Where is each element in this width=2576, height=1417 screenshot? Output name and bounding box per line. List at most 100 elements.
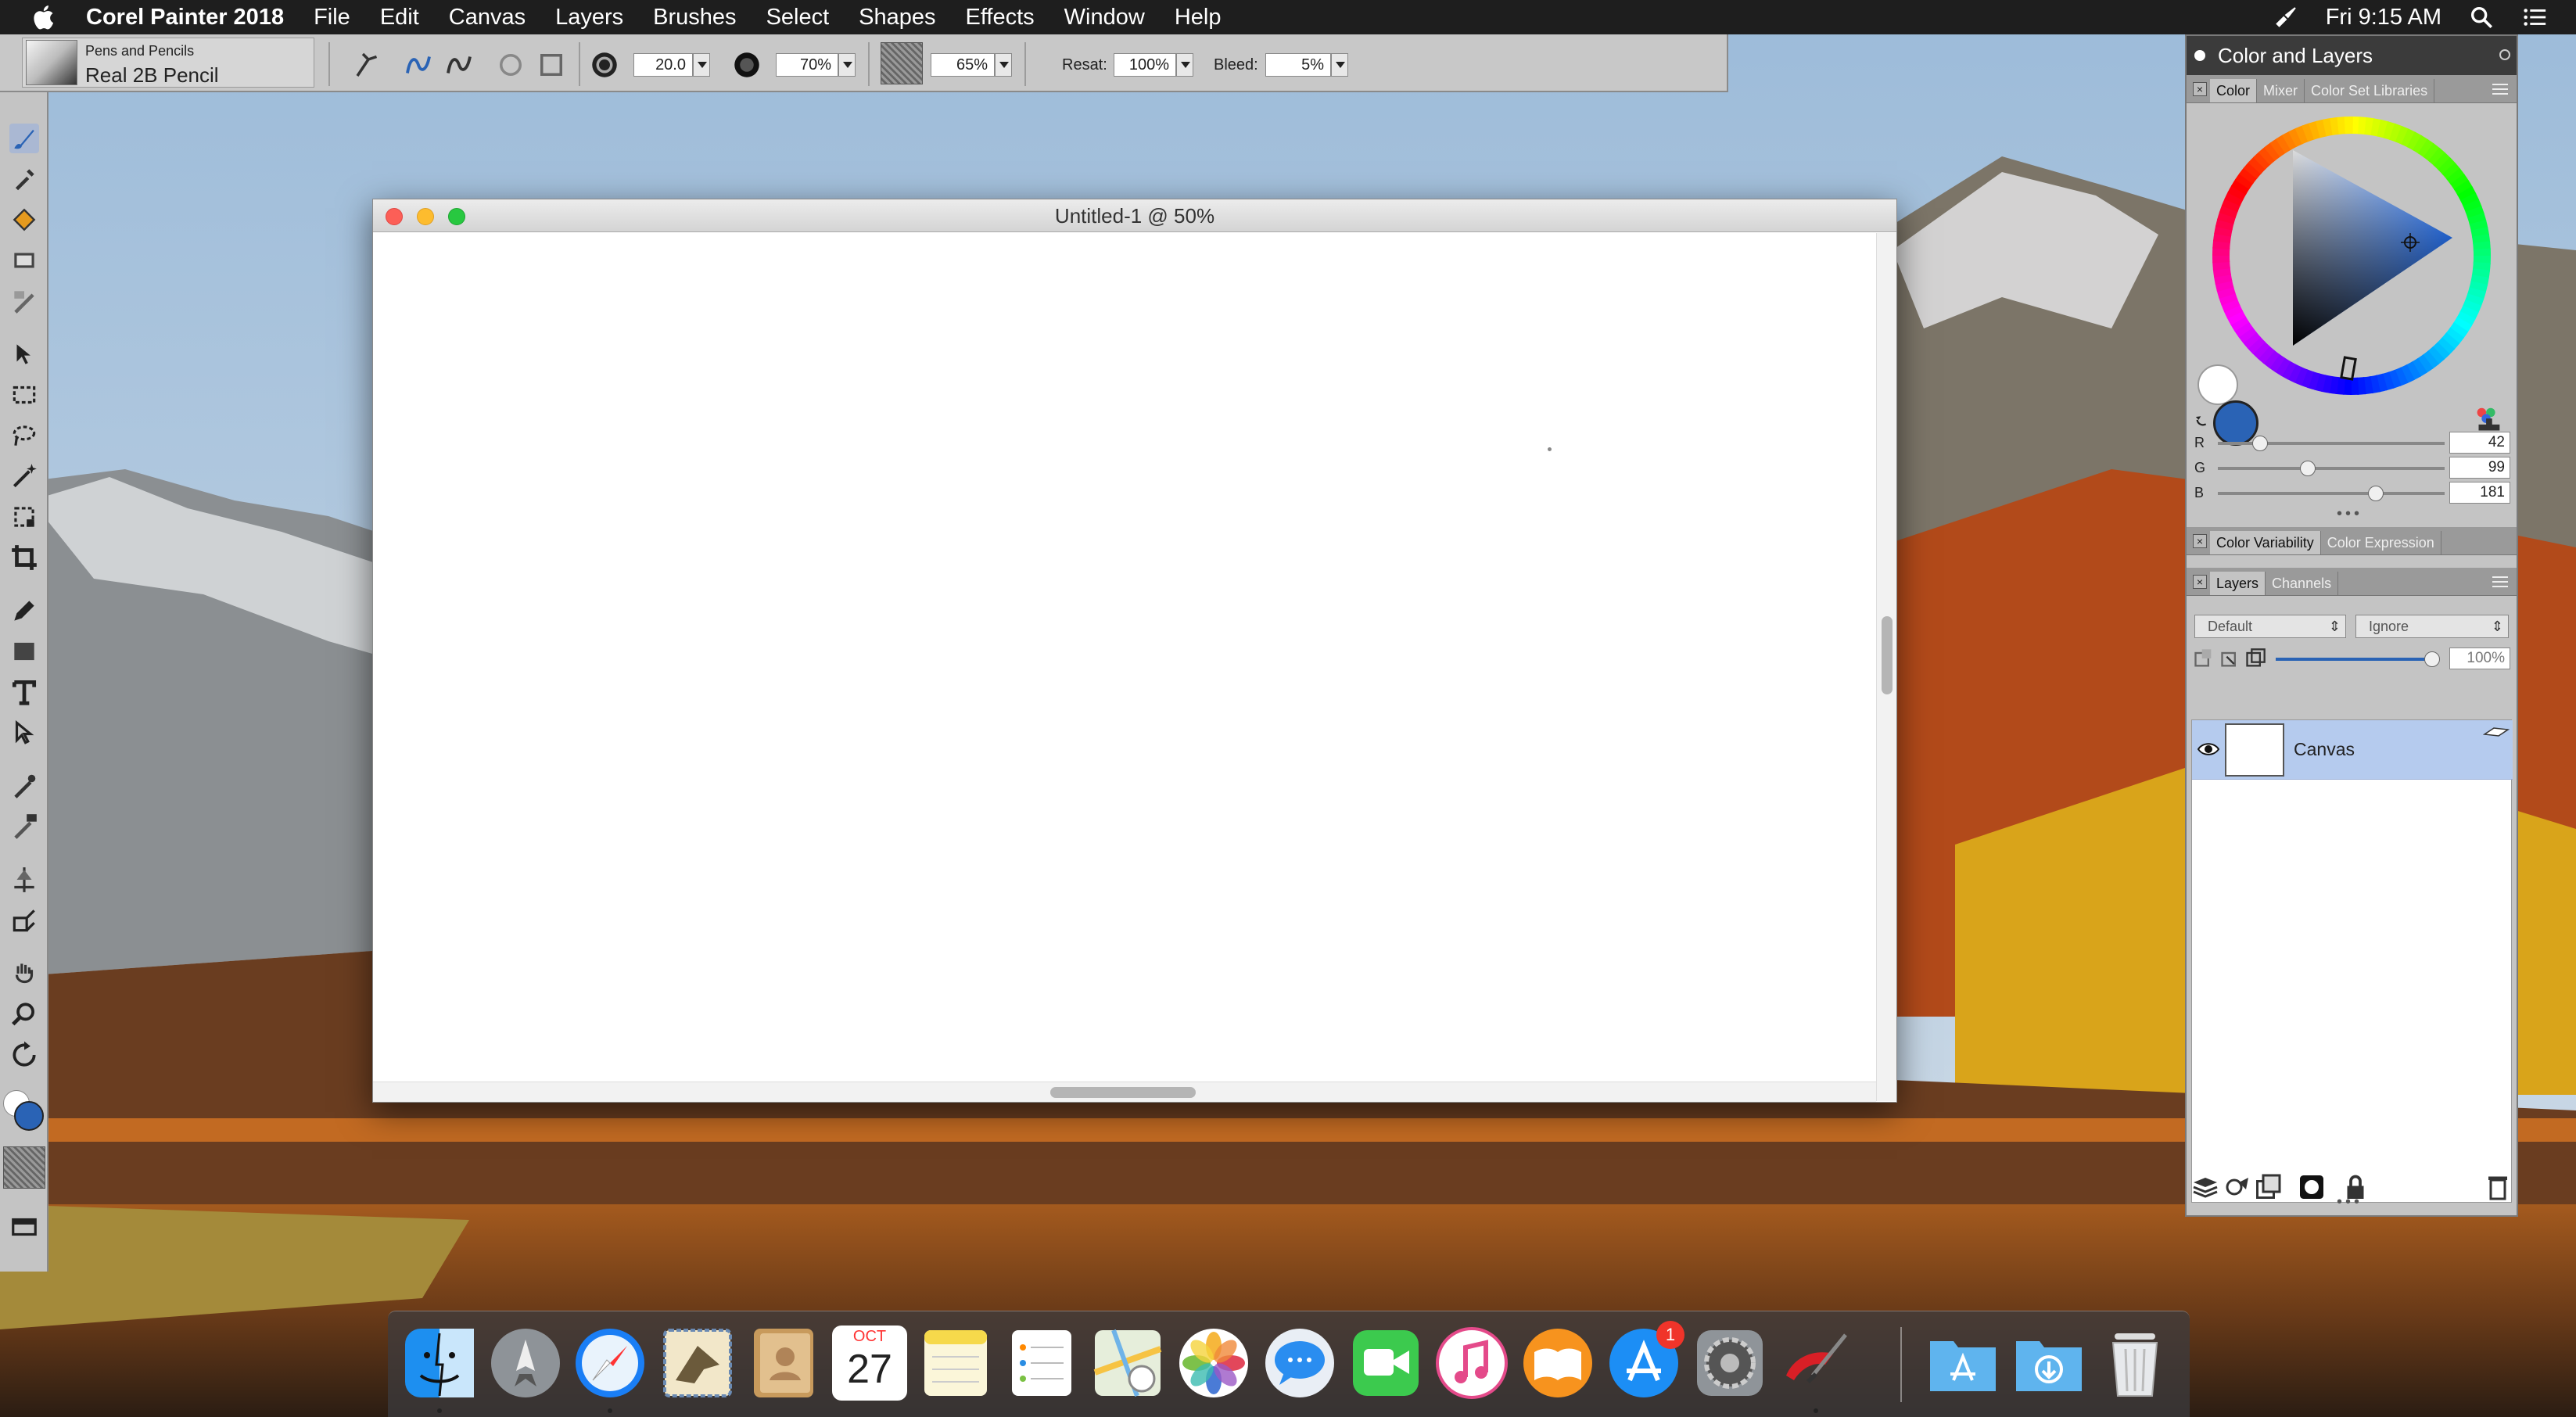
menu-window[interactable]: Window: [1064, 5, 1145, 30]
dab-preview-icon[interactable]: [535, 48, 568, 81]
text-tool-icon[interactable]: [9, 677, 39, 707]
stroke-type-straight-icon[interactable]: [443, 48, 475, 81]
paint-bucket-tool-icon[interactable]: [9, 205, 39, 235]
color-wheel[interactable]: [2207, 111, 2496, 400]
layer-row-canvas[interactable]: Canvas: [2192, 720, 2513, 780]
perspective-guides-tool-icon[interactable]: [9, 906, 39, 935]
blue-slider[interactable]: [2218, 486, 2445, 501]
safari-icon[interactable]: [572, 1326, 648, 1401]
red-slider-knob[interactable]: [2252, 436, 2269, 451]
menu-effects[interactable]: Effects: [966, 5, 1035, 30]
resat-dropdown[interactable]: [1176, 53, 1193, 77]
ibooks-icon[interactable]: [1520, 1326, 1595, 1401]
hue-indicator[interactable]: [2340, 356, 2357, 381]
system-preferences-icon[interactable]: [1692, 1326, 1767, 1401]
tab-color-variability[interactable]: Color Variability: [2210, 531, 2321, 554]
minimize-button[interactable]: [417, 208, 434, 225]
horizontal-scroll-thumb[interactable]: [1050, 1087, 1196, 1098]
more-options-dots[interactable]: •••: [2337, 506, 2368, 522]
visibility-eye-icon[interactable]: [2197, 741, 2220, 758]
close-button[interactable]: [386, 208, 403, 225]
rectangular-selection-tool-icon[interactable]: [9, 380, 39, 410]
layers-options-menu-icon[interactable]: [2490, 574, 2510, 590]
panel-titlebar[interactable]: Color and Layers: [2187, 36, 2517, 75]
green-value-field[interactable]: 99: [2449, 457, 2510, 479]
green-slider-knob[interactable]: [2299, 461, 2316, 476]
lasso-tool-icon[interactable]: [9, 421, 39, 450]
shape-selection-tool-icon[interactable]: [9, 718, 39, 748]
opacity-field[interactable]: 70%: [776, 53, 838, 77]
composite-depth-select[interactable]: Ignore: [2355, 615, 2509, 638]
menu-brushes[interactable]: Brushes: [653, 5, 736, 30]
dynamic-plugins-icon[interactable]: [2223, 1173, 2251, 1201]
corel-painter-icon[interactable]: [1778, 1326, 1853, 1401]
stroke-type-freehand-icon[interactable]: [402, 48, 435, 81]
layer-opacity-field[interactable]: 100%: [2449, 648, 2510, 669]
facetime-icon[interactable]: [1348, 1326, 1423, 1401]
tab-layers[interactable]: Layers: [2210, 572, 2266, 595]
layer-name[interactable]: Canvas: [2294, 739, 2355, 760]
magnifier-tool-icon[interactable]: [9, 999, 39, 1029]
notes-icon[interactable]: [918, 1326, 993, 1401]
dodge-tool-icon[interactable]: [9, 865, 39, 895]
panel-close-icon[interactable]: [2499, 49, 2510, 60]
pen-tool-icon[interactable]: [9, 596, 39, 626]
document-titlebar[interactable]: Untitled-1 @ 50%: [373, 199, 1896, 232]
spotlight-search-icon[interactable]: [2468, 4, 2495, 30]
close-tab-icon[interactable]: ×: [2193, 575, 2207, 589]
tab-color[interactable]: Color: [2210, 79, 2258, 102]
grain-field[interactable]: 65%: [931, 53, 995, 77]
dropper-tool-icon[interactable]: [9, 164, 39, 194]
crop-tool-icon[interactable]: [9, 543, 39, 572]
rubber-stamp-tool-icon[interactable]: [9, 812, 39, 841]
layer-adjuster-tool-icon[interactable]: [9, 339, 39, 369]
layer-lock-icon[interactable]: [2483, 725, 2510, 739]
reminders-icon[interactable]: [1004, 1326, 1079, 1401]
app-store-icon[interactable]: 1: [1606, 1321, 1684, 1401]
zoom-button[interactable]: [448, 208, 465, 225]
tab-color-expression[interactable]: Color Expression: [2321, 531, 2441, 554]
menu-file[interactable]: File: [314, 5, 350, 30]
transform-tool-icon[interactable]: [9, 502, 39, 532]
menu-edit[interactable]: Edit: [380, 5, 419, 30]
rotate-page-tool-icon[interactable]: [9, 1040, 39, 1070]
resat-field[interactable]: 100%: [1114, 53, 1176, 77]
layers-more-dots[interactable]: •••: [2337, 1194, 2368, 1210]
size-field[interactable]: 20.0: [633, 53, 693, 77]
layer-opacity-knob[interactable]: [2424, 651, 2440, 667]
messages-icon[interactable]: [1262, 1326, 1337, 1401]
layer-opacity-slider[interactable]: [2276, 651, 2440, 667]
panel-options-menu-icon[interactable]: [2490, 81, 2510, 97]
itunes-icon[interactable]: [1434, 1326, 1509, 1401]
tab-mixer[interactable]: Mixer: [2257, 79, 2305, 102]
swap-colors-icon[interactable]: [2194, 410, 2212, 427]
canvas[interactable]: [373, 233, 1876, 1082]
menubar-clock[interactable]: Fri 9:15 AM: [2326, 5, 2441, 30]
blender-tool-icon[interactable]: [9, 286, 39, 316]
grabber-tool-icon[interactable]: [9, 959, 39, 988]
blue-slider-knob[interactable]: [2367, 486, 2384, 501]
vertical-scrollbar[interactable]: [1876, 233, 1896, 1101]
stroke-attributes-icon[interactable]: [494, 48, 527, 81]
cloner-tool-icon[interactable]: [9, 771, 39, 801]
app-menu[interactable]: Corel Painter 2018: [86, 5, 284, 30]
rectangle-shape-tool-icon[interactable]: [9, 637, 39, 666]
contacts-icon[interactable]: [746, 1326, 821, 1401]
red-slider[interactable]: [2218, 436, 2445, 451]
bleed-dropdown[interactable]: [1331, 53, 1348, 77]
menu-select[interactable]: Select: [766, 5, 830, 30]
tab-color-set-libraries[interactable]: Color Set Libraries: [2305, 79, 2435, 102]
bleed-field[interactable]: 5%: [1265, 53, 1331, 77]
brush-tool-icon[interactable]: [9, 124, 39, 153]
brush-status-icon[interactable]: [2273, 4, 2299, 30]
opacity-dropdown[interactable]: [838, 53, 856, 77]
finder-icon[interactable]: [402, 1326, 477, 1401]
maps-icon[interactable]: [1090, 1326, 1165, 1401]
reset-tool-icon[interactable]: [352, 48, 385, 81]
additional-color-circle[interactable]: [2197, 364, 2238, 405]
photos-icon[interactable]: [1176, 1326, 1251, 1401]
calendar-icon[interactable]: OCT 27: [832, 1326, 907, 1401]
horizontal-scrollbar[interactable]: [373, 1082, 1876, 1102]
close-tab-icon[interactable]: ×: [2193, 82, 2207, 96]
magic-wand-tool-icon[interactable]: [9, 461, 39, 491]
